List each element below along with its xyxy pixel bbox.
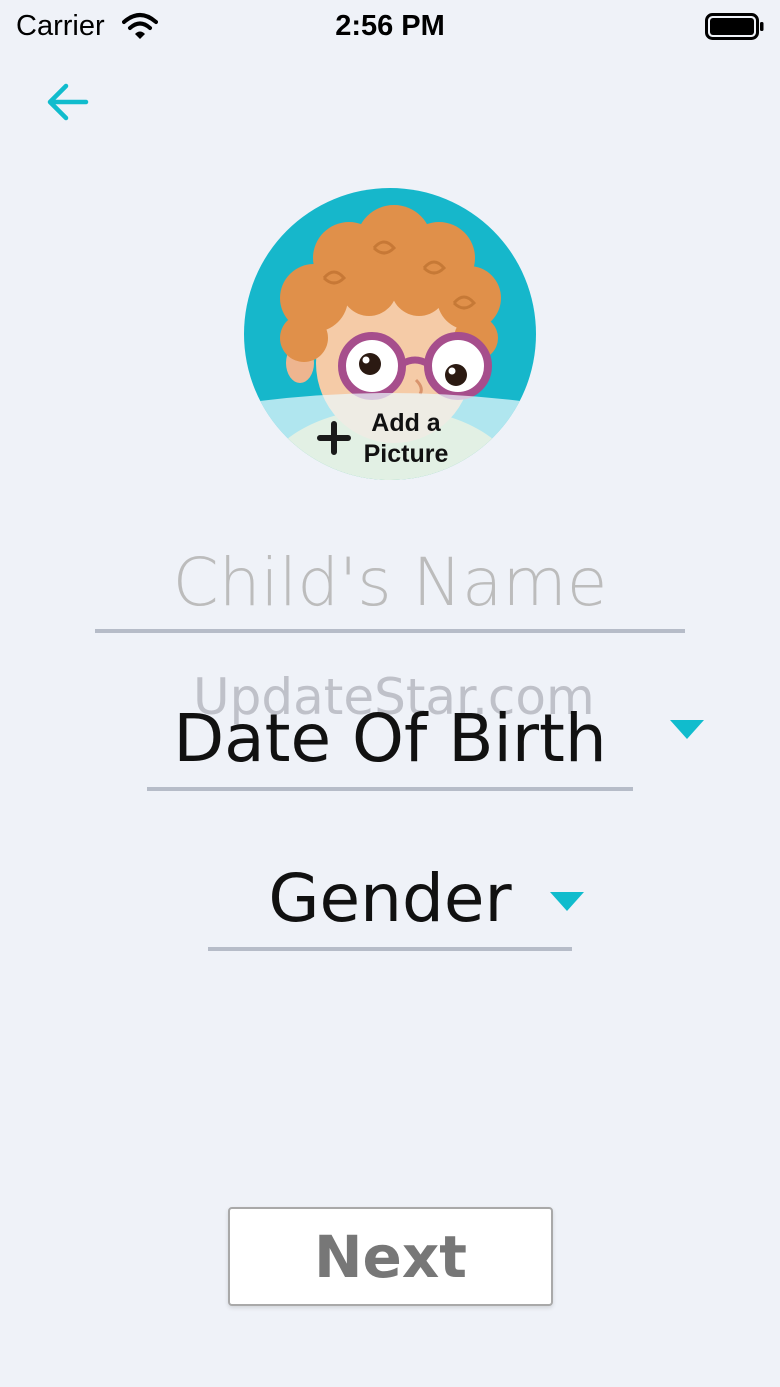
back-button[interactable] xyxy=(44,80,92,124)
plus-icon xyxy=(316,420,352,456)
date-of-birth-label: Date Of Birth xyxy=(173,700,607,777)
child-name-field[interactable] xyxy=(95,540,685,633)
add-picture-label: Add a Picture xyxy=(350,408,462,470)
gender-dropdown[interactable]: Gender xyxy=(208,850,572,951)
battery-icon xyxy=(705,12,765,47)
add-picture-line-1: Add a xyxy=(371,409,441,437)
date-of-birth-dropdown[interactable]: Date Of Birth xyxy=(147,688,633,791)
caret-down-icon[interactable] xyxy=(550,892,584,917)
add-picture-line-2: Picture xyxy=(363,440,449,468)
gender-label: Gender xyxy=(268,860,512,937)
child-name-input[interactable] xyxy=(95,540,685,624)
status-bar: Carrier 2:56 PM xyxy=(0,0,780,56)
next-button[interactable]: Next xyxy=(228,1207,553,1306)
clock: 2:56 PM xyxy=(335,10,445,42)
caret-down-icon[interactable] xyxy=(670,720,704,745)
arrow-left-icon xyxy=(47,83,89,121)
